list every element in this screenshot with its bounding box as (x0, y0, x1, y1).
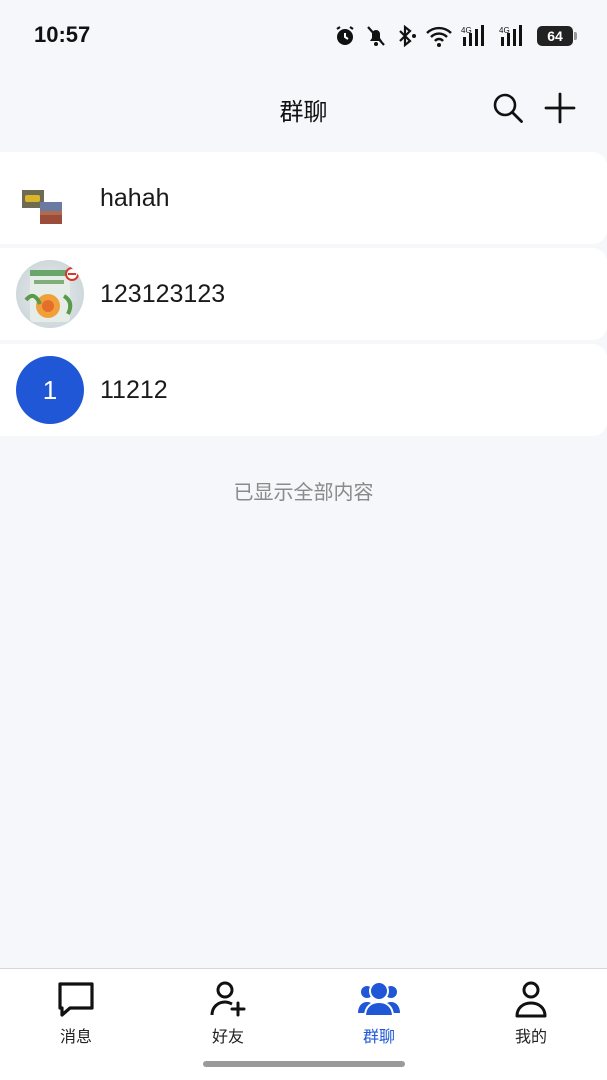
group-item-hahah[interactable]: hahah (0, 152, 607, 244)
battery-icon: 64 (537, 26, 577, 46)
search-icon (491, 91, 525, 129)
add-button[interactable] (538, 88, 582, 132)
group-name: 123123123 (100, 280, 226, 308)
group-icon (357, 979, 401, 1019)
signal-4g-icon: 4G (461, 24, 491, 48)
tab-friends[interactable]: 好友 (152, 979, 304, 1049)
tab-profile[interactable]: 我的 (455, 979, 607, 1049)
plus-icon (543, 91, 577, 129)
tab-messages[interactable]: 消息 (0, 979, 152, 1049)
add-friend-icon (208, 979, 248, 1019)
status-time: 10:57 (34, 22, 91, 47)
group-avatar (16, 260, 84, 328)
bluetooth-icon (395, 24, 417, 48)
status-icons: 4G 4G 64 (333, 20, 577, 52)
wifi-icon (425, 24, 453, 48)
list-end-note: 已显示全部内容 (233, 480, 374, 504)
tab-label: 群聊 (362, 1027, 395, 1046)
tab-label: 好友 (211, 1027, 244, 1046)
group-item-11212[interactable]: 1 11212 (0, 344, 607, 436)
tab-label: 我的 (514, 1027, 547, 1046)
mute-icon (365, 24, 387, 48)
group-avatar (16, 164, 84, 232)
home-indicator (203, 1061, 405, 1067)
group-name: hahah (100, 184, 170, 212)
group-name: 11212 (100, 376, 168, 404)
group-item-123123123[interactable]: 123123123 (0, 248, 607, 340)
search-button[interactable] (486, 88, 530, 132)
header: 群聊 (0, 72, 607, 148)
group-avatar: 1 (16, 356, 84, 424)
status-bar: 10:57 4G 4G 64 (0, 0, 607, 72)
alarm-icon (333, 24, 357, 48)
battery-level: 64 (547, 28, 563, 44)
signal-4g-icon: 4G (499, 24, 529, 48)
avatar-letter: 1 (42, 374, 58, 405)
tab-label: 消息 (59, 1027, 92, 1046)
tab-group-chat[interactable]: 群聊 (303, 979, 455, 1049)
group-list: hahah 123123123 1 11212 (0, 152, 607, 440)
chat-bubble-icon (56, 979, 96, 1019)
profile-icon (511, 979, 551, 1019)
